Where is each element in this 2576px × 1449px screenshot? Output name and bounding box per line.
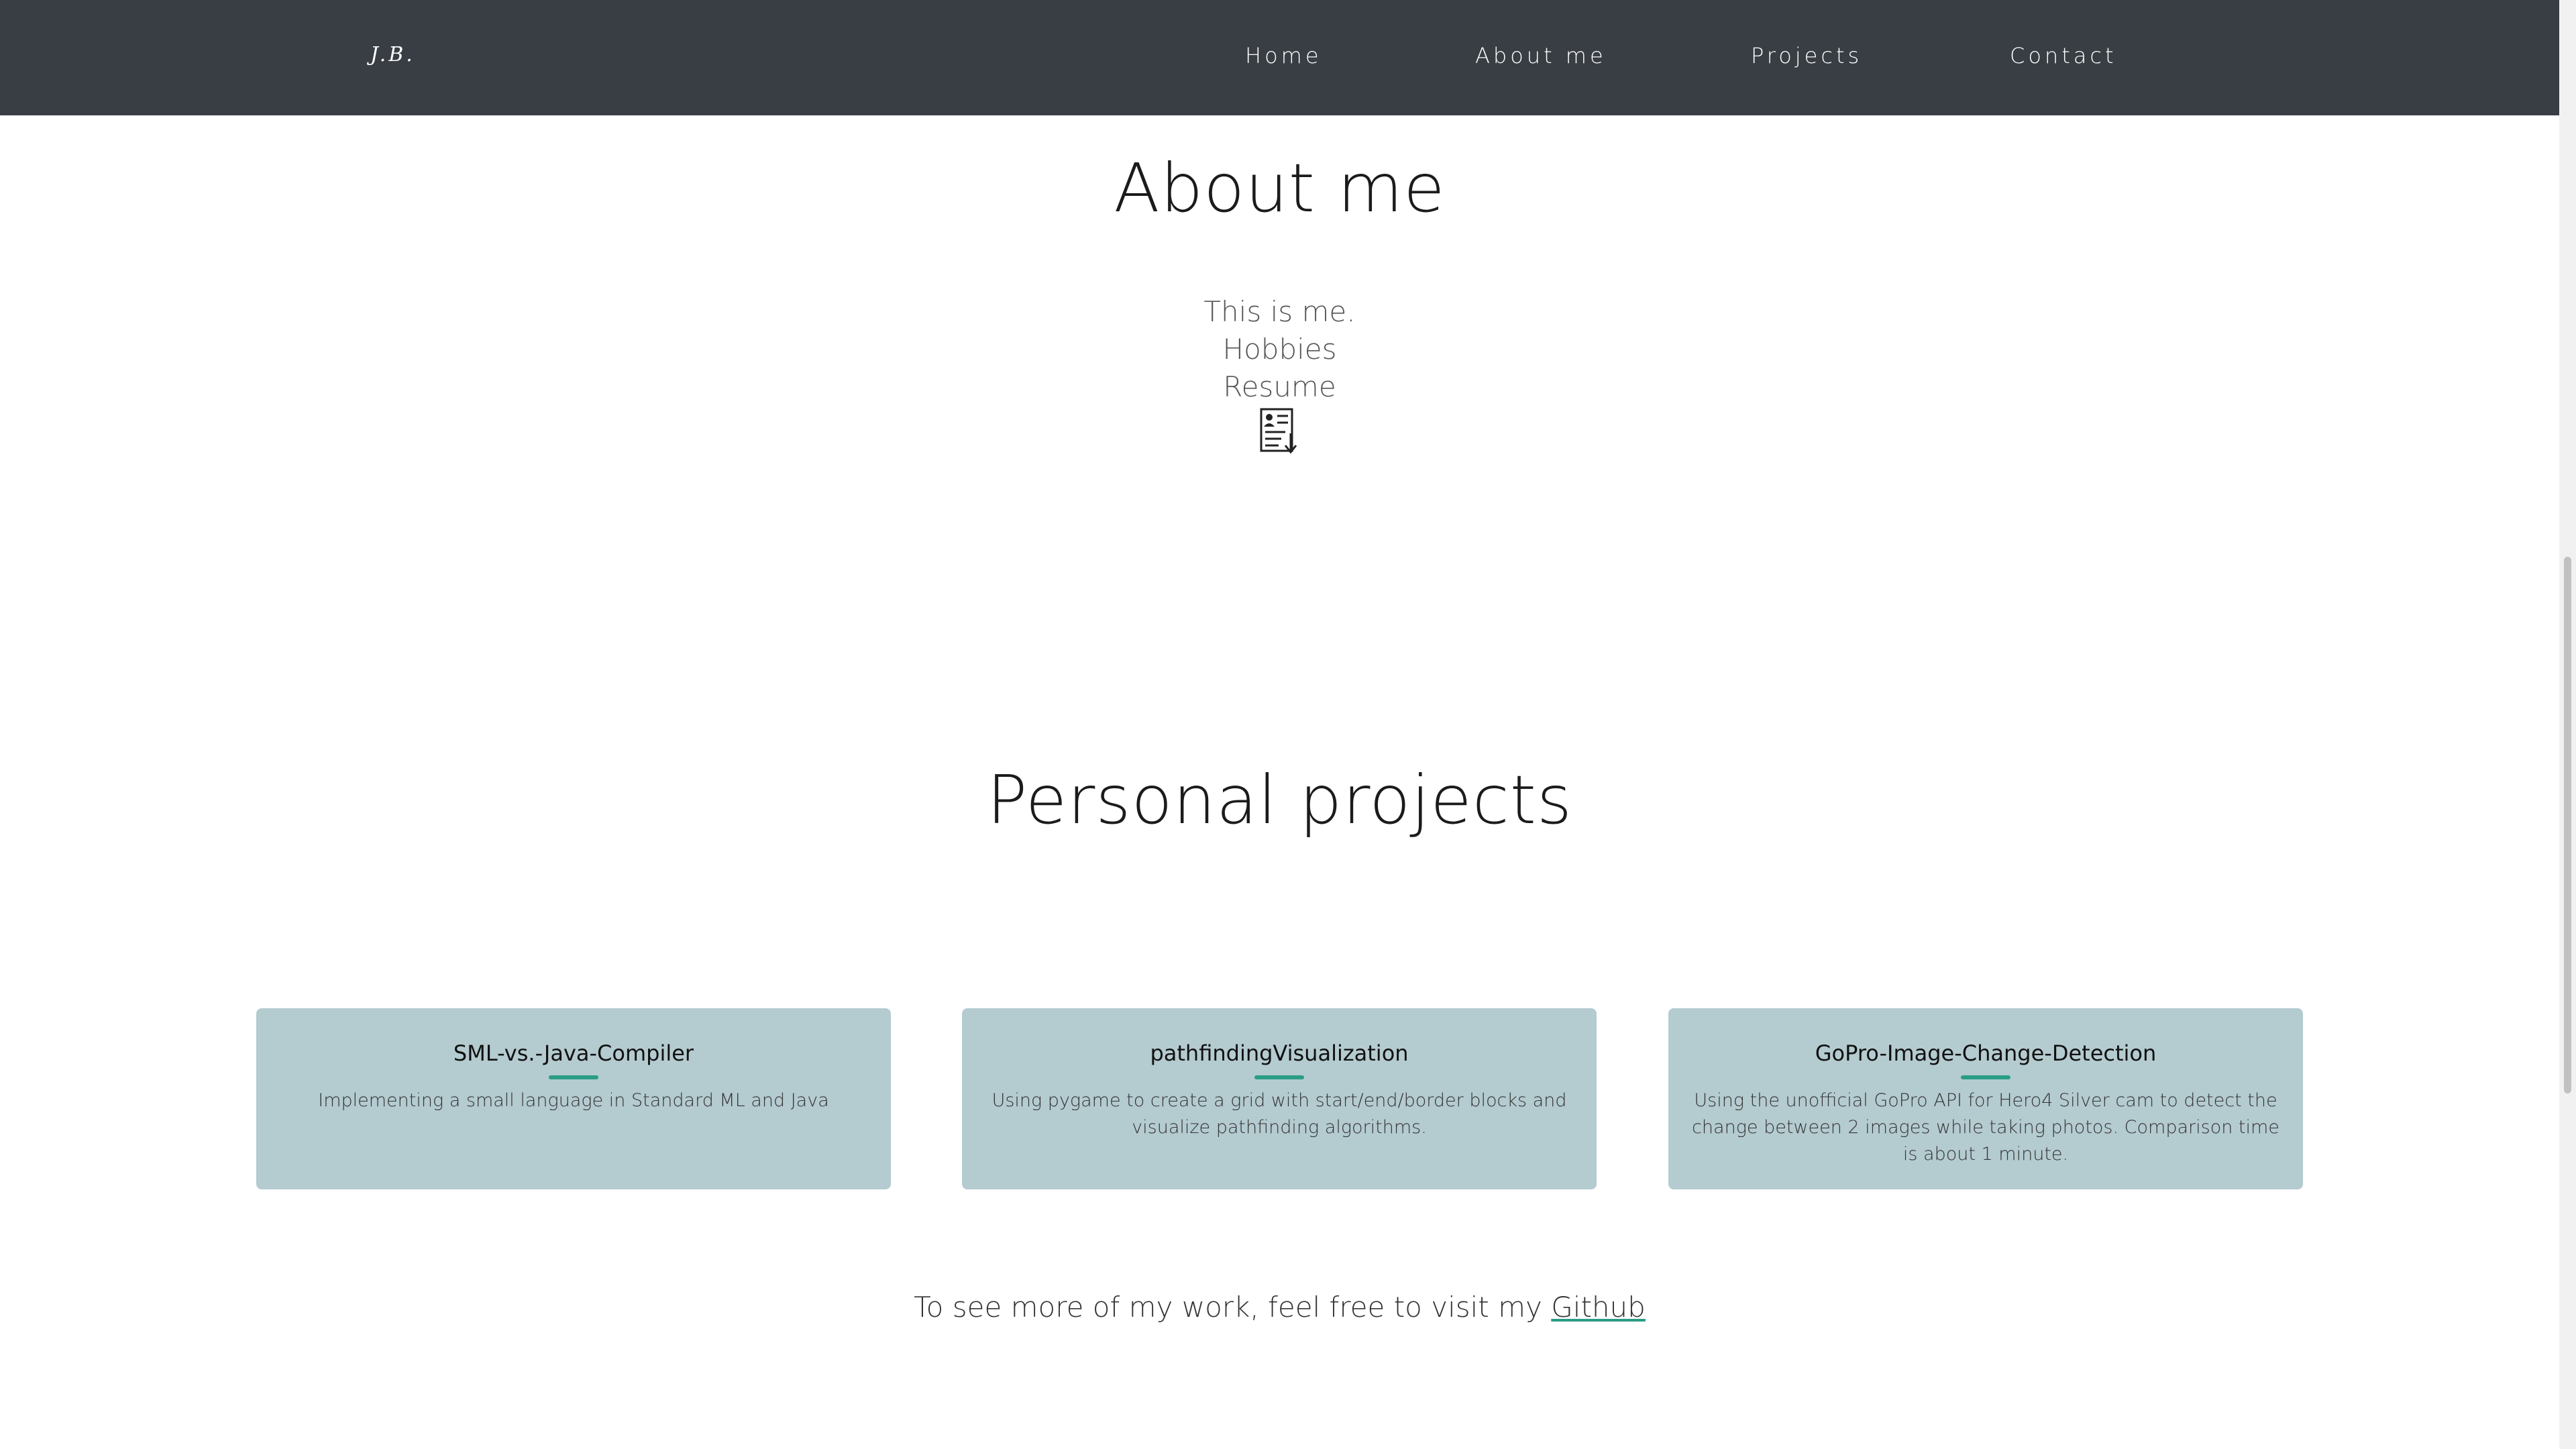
github-cta-text: To see more of my work, feel free to vis… <box>914 1291 1552 1324</box>
navbar: J.B. Home About me Projects Contact <box>0 0 2559 115</box>
nav-about-me[interactable]: About me <box>1475 43 1607 68</box>
project-card-title: pathfindingVisualization <box>1150 1040 1409 1066</box>
project-card-description: Using the unofficial GoPro API for Hero4… <box>1692 1090 2279 1165</box>
project-card-gopro-image-change-detection[interactable]: GoPro-Image-Change-Detection Using the u… <box>1668 1008 2303 1189</box>
nav-home[interactable]: Home <box>1245 43 1322 68</box>
project-card-title: GoPro-Image-Change-Detection <box>1815 1040 2157 1066</box>
github-link[interactable]: Github <box>1551 1291 1646 1324</box>
resume-download-icon[interactable] <box>1258 408 1301 455</box>
card-title-underline <box>1961 1075 2010 1079</box>
scrollbar-thumb[interactable] <box>2564 557 2571 1093</box>
resume-download-icon-svg <box>1260 408 1297 454</box>
about-intro-text: This is me. <box>1203 295 1356 328</box>
card-title-underline <box>549 1075 598 1079</box>
github-cta: To see more of my work, feel free to vis… <box>0 1291 2559 1324</box>
project-card-sml-java-compiler[interactable]: SML-vs.-Java-Compiler Implementing a sma… <box>256 1008 891 1189</box>
about-title: About me <box>1114 149 1446 227</box>
project-card-description: Using pygame to create a grid with start… <box>991 1090 1567 1138</box>
project-card-title: SML-vs.-Java-Compiler <box>453 1040 694 1066</box>
card-title-underline <box>1254 1075 1304 1079</box>
page: J.B. Home About me Projects Contact Abou… <box>0 0 2559 1449</box>
vertical-scrollbar[interactable] <box>2559 0 2576 1449</box>
nav-projects[interactable]: Projects <box>1751 43 1862 68</box>
projects-title: Personal projects <box>986 761 1573 839</box>
brand-logo[interactable]: J.B. <box>370 43 415 66</box>
project-card-description: Implementing a small language in Standar… <box>318 1090 829 1111</box>
about-resume-text: Resume <box>1223 370 1336 403</box>
project-card-pathfinding-visualization[interactable]: pathfindingVisualization Using pygame to… <box>962 1008 1597 1189</box>
about-hobbies-text: Hobbies <box>1222 333 1337 366</box>
nav-contact[interactable]: Contact <box>2010 43 2117 68</box>
